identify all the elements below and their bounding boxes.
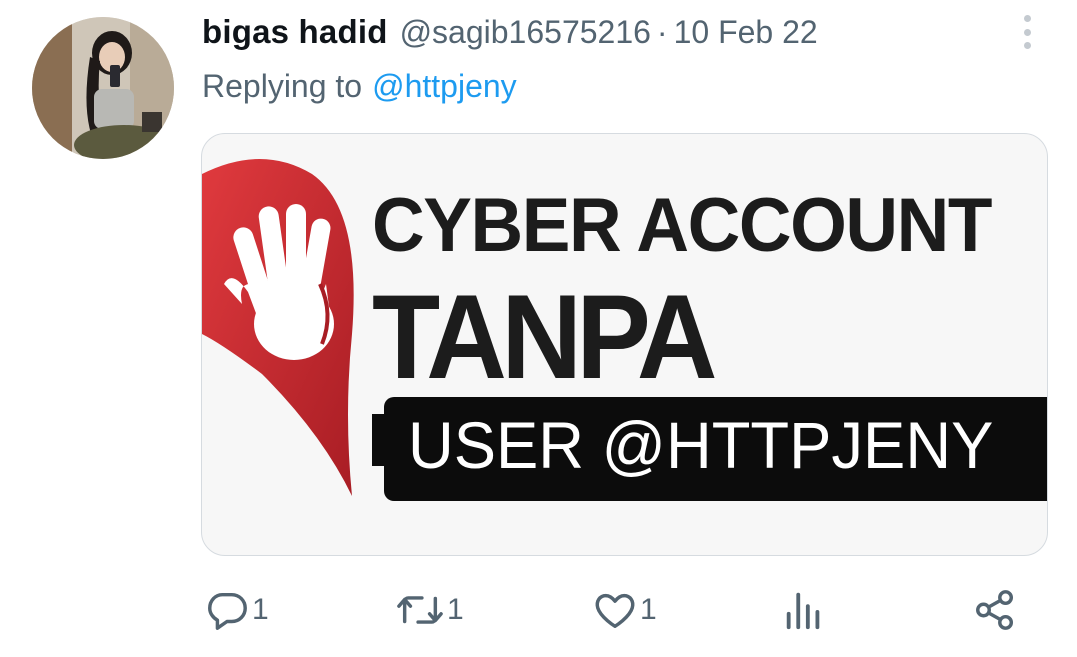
replying-to-handle[interactable]: @httpjeny xyxy=(372,68,517,105)
replying-to: Replying to @httpjeny xyxy=(202,64,517,108)
replying-to-label: Replying to xyxy=(202,67,363,104)
tweet-header: bigas hadid @sagib16575216 · 10 Feb 22 xyxy=(202,10,818,54)
reply-icon xyxy=(208,592,247,630)
tweet-media-image[interactable]: CYBER ACCOUNT TANPA USER @HTTPJENY xyxy=(201,133,1048,556)
more-dot xyxy=(1023,42,1031,49)
like-icon xyxy=(595,593,635,629)
share-button[interactable] xyxy=(972,584,1018,636)
more-vertical-icon[interactable] xyxy=(1012,12,1042,52)
views-button[interactable] xyxy=(784,584,824,636)
like-count: 1 xyxy=(640,593,657,626)
reply-count: 1 xyxy=(252,593,269,626)
media-user-text: USER @HTTPJENY xyxy=(408,408,994,482)
more-dot xyxy=(1023,28,1031,36)
header-separator: · xyxy=(656,13,668,50)
like-button[interactable]: 1 xyxy=(592,584,657,636)
more-dot xyxy=(1023,15,1031,22)
author-name[interactable]: bigas hadid xyxy=(202,13,388,51)
retweet-icon xyxy=(397,596,443,624)
reply-button[interactable]: 1 xyxy=(204,584,269,636)
tweet-actions: 1 1 1 xyxy=(0,584,1077,636)
retweet-count: 1 xyxy=(447,593,464,626)
media-headline: CYBER ACCOUNT xyxy=(372,183,992,268)
share-icon xyxy=(976,590,1014,630)
retweet-button[interactable]: 1 xyxy=(395,584,464,636)
tweet-date[interactable]: 10 Feb 22 xyxy=(674,14,818,51)
author-handle[interactable]: @sagib16575216 xyxy=(400,14,651,51)
avatar-photo xyxy=(32,17,174,159)
avatar[interactable] xyxy=(32,17,174,159)
media-subheadline: TANPA xyxy=(372,270,718,404)
views-icon xyxy=(786,592,820,630)
